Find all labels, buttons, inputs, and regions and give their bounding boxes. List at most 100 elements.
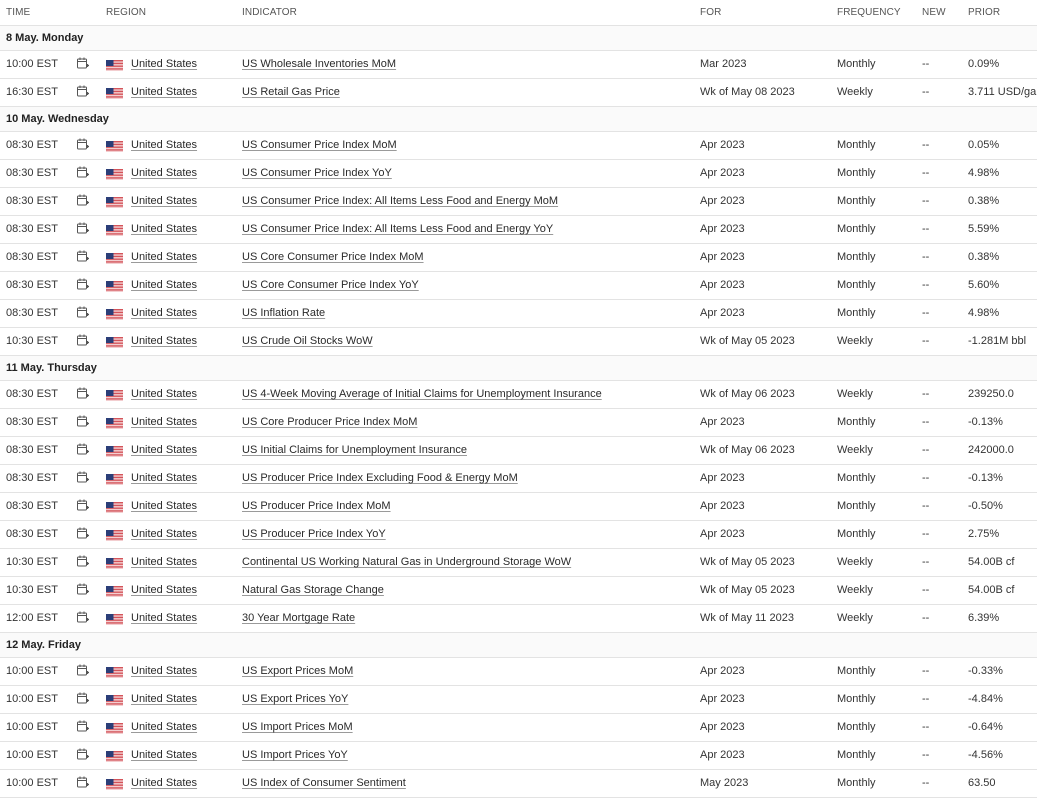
- indicator-link[interactable]: US Inflation Rate: [242, 307, 325, 319]
- indicator-link[interactable]: US Producer Price Index MoM: [242, 500, 391, 512]
- indicator-link[interactable]: US Producer Price Index Excluding Food &…: [242, 472, 518, 484]
- prior-value: -0.50%: [968, 500, 1003, 512]
- region-link[interactable]: United States: [131, 388, 197, 400]
- region-link[interactable]: United States: [131, 584, 197, 596]
- calendar-add-icon[interactable]: [77, 85, 89, 101]
- calendar-add-icon[interactable]: [77, 776, 89, 792]
- indicator-link[interactable]: 30 Year Mortgage Rate: [242, 612, 355, 624]
- event-time: 12:00 EST: [6, 612, 58, 624]
- indicator-link[interactable]: US Consumer Price Index: All Items Less …: [242, 195, 558, 207]
- period-for: Wk of May 11 2023: [700, 612, 794, 624]
- region-link[interactable]: United States: [131, 335, 197, 347]
- event-time: 08:30 EST: [6, 195, 58, 207]
- indicator-link[interactable]: US Wholesale Inventories MoM: [242, 58, 396, 70]
- calendar-add-icon[interactable]: [77, 471, 89, 487]
- indicator-link[interactable]: US Core Consumer Price Index MoM: [242, 251, 424, 263]
- prior-value: 0.05%: [968, 139, 1000, 151]
- calendar-add-icon[interactable]: [77, 720, 89, 736]
- prior-value: -0.33%: [968, 665, 1003, 677]
- region-link[interactable]: United States: [131, 223, 197, 235]
- indicator-link[interactable]: US 4-Week Moving Average of Initial Clai…: [242, 388, 602, 400]
- region-link[interactable]: United States: [131, 500, 197, 512]
- region-link[interactable]: United States: [131, 195, 197, 207]
- region-link[interactable]: United States: [131, 612, 197, 624]
- region-link[interactable]: United States: [131, 167, 197, 179]
- us-flag-icon: [106, 141, 123, 152]
- new-value: --: [922, 665, 930, 677]
- calendar-add-icon[interactable]: [77, 387, 89, 403]
- indicator-link[interactable]: US Crude Oil Stocks WoW: [242, 335, 373, 347]
- calendar-add-icon[interactable]: [77, 334, 89, 350]
- region-link[interactable]: United States: [131, 58, 197, 70]
- indicator-link[interactable]: US Core Consumer Price Index YoY: [242, 279, 419, 291]
- period-for: Apr 2023: [700, 500, 745, 512]
- indicator-link[interactable]: US Consumer Price Index YoY: [242, 167, 392, 179]
- us-flag-icon: [106, 530, 123, 541]
- indicator-link[interactable]: US Initial Claims for Unemployment Insur…: [242, 444, 467, 456]
- table-row: 08:30 EST United States US Producer Price …: [0, 465, 1037, 493]
- calendar-add-icon[interactable]: [77, 692, 89, 708]
- indicator-link[interactable]: US Consumer Price Index: All Items Less …: [242, 223, 553, 235]
- event-time: 08:30 EST: [6, 388, 58, 400]
- region-link[interactable]: United States: [131, 307, 197, 319]
- calendar-add-icon[interactable]: [77, 278, 89, 294]
- calendar-add-icon[interactable]: [77, 611, 89, 627]
- event-time: 10:00 EST: [6, 749, 58, 761]
- calendar-add-icon[interactable]: [77, 138, 89, 154]
- frequency: Monthly: [837, 223, 876, 235]
- event-time: 08:30 EST: [6, 251, 58, 263]
- calendar-add-icon[interactable]: [77, 583, 89, 599]
- region-link[interactable]: United States: [131, 556, 197, 568]
- calendar-add-icon[interactable]: [77, 166, 89, 182]
- period-for: Apr 2023: [700, 721, 745, 733]
- indicator-link[interactable]: Natural Gas Storage Change: [242, 584, 384, 596]
- indicator-link[interactable]: Continental US Working Natural Gas in Un…: [242, 556, 571, 568]
- calendar-add-icon[interactable]: [77, 415, 89, 431]
- calendar-add-icon[interactable]: [77, 250, 89, 266]
- date-group-header: 12 May. Friday: [0, 633, 1037, 658]
- region-link[interactable]: United States: [131, 444, 197, 456]
- frequency: Monthly: [837, 472, 876, 484]
- frequency: Monthly: [837, 777, 876, 789]
- period-for: Wk of May 06 2023: [700, 444, 795, 456]
- region-link[interactable]: United States: [131, 86, 197, 98]
- prior-value: 5.60%: [968, 279, 1000, 291]
- indicator-link[interactable]: US Retail Gas Price: [242, 86, 340, 98]
- frequency: Monthly: [837, 251, 876, 263]
- calendar-add-icon[interactable]: [77, 443, 89, 459]
- calendar-add-icon[interactable]: [77, 664, 89, 680]
- region-link[interactable]: United States: [131, 693, 197, 705]
- period-for: Wk of May 05 2023: [700, 556, 795, 568]
- region-link[interactable]: United States: [131, 749, 197, 761]
- indicator-link[interactable]: US Core Producer Price Index MoM: [242, 416, 417, 428]
- indicator-link[interactable]: US Import Prices YoY: [242, 749, 348, 761]
- table-row: 08:30 EST United States US Producer Price …: [0, 521, 1037, 549]
- indicator-link[interactable]: US Producer Price Index YoY: [242, 528, 386, 540]
- region-link[interactable]: United States: [131, 528, 197, 540]
- calendar-add-icon[interactable]: [77, 748, 89, 764]
- header-region: REGION: [106, 7, 147, 18]
- indicator-link[interactable]: US Export Prices MoM: [242, 665, 353, 677]
- region-link[interactable]: United States: [131, 777, 197, 789]
- calendar-add-icon[interactable]: [77, 527, 89, 543]
- frequency: Monthly: [837, 58, 876, 70]
- region-link[interactable]: United States: [131, 139, 197, 151]
- region-link[interactable]: United States: [131, 665, 197, 677]
- indicator-link[interactable]: US Consumer Price Index MoM: [242, 139, 397, 151]
- calendar-add-icon[interactable]: [77, 194, 89, 210]
- region-link[interactable]: United States: [131, 721, 197, 733]
- indicator-link[interactable]: US Export Prices YoY: [242, 693, 348, 705]
- calendar-add-icon[interactable]: [77, 306, 89, 322]
- new-value: --: [922, 584, 930, 596]
- indicator-link[interactable]: US Index of Consumer Sentiment: [242, 777, 406, 789]
- table-row: 10:00 EST United States US Import Prices Y…: [0, 742, 1037, 770]
- region-link[interactable]: United States: [131, 472, 197, 484]
- region-link[interactable]: United States: [131, 251, 197, 263]
- calendar-add-icon[interactable]: [77, 499, 89, 515]
- calendar-add-icon[interactable]: [77, 555, 89, 571]
- calendar-add-icon[interactable]: [77, 57, 89, 73]
- region-link[interactable]: United States: [131, 279, 197, 291]
- calendar-add-icon[interactable]: [77, 222, 89, 238]
- indicator-link[interactable]: US Import Prices MoM: [242, 721, 353, 733]
- region-link[interactable]: United States: [131, 416, 197, 428]
